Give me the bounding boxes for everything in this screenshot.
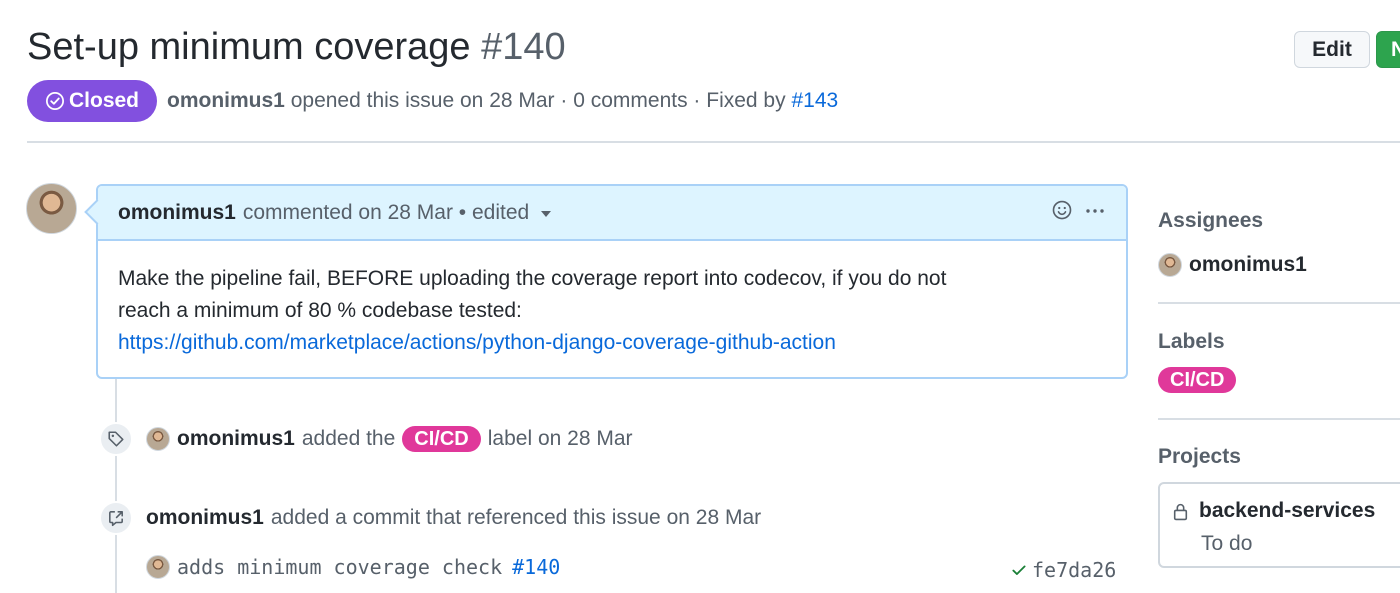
- lock-icon: [1173, 503, 1188, 520]
- sidebar-label-badge[interactable]: CI/CD: [1158, 367, 1237, 393]
- event-text: label on 28 Mar: [487, 427, 633, 450]
- label-badge[interactable]: CI/CD: [402, 426, 481, 452]
- timeline-badge: [99, 501, 133, 535]
- header-actions: Edit N: [1294, 31, 1400, 68]
- comment-meta[interactable]: commented on 28 Mar • edited: [243, 201, 529, 225]
- sidebar-divider: [1158, 302, 1400, 304]
- check-icon[interactable]: [1010, 561, 1028, 579]
- project-column: To do: [1201, 532, 1253, 555]
- comment-text-line: reach a minimum of 80 % codebase tested:: [118, 299, 522, 322]
- avatar[interactable]: [146, 427, 170, 451]
- timeline-label-event: omonimus1 added the CI/CD label on 28 Ma…: [146, 426, 633, 452]
- sidebar-assignee[interactable]: omonimus1: [1158, 253, 1307, 277]
- avatar[interactable]: [146, 555, 170, 579]
- sidebar-labels-heading[interactable]: Labels: [1158, 330, 1225, 354]
- comment-header: omonimus1 commented on 28 Mar • edited: [98, 186, 1126, 241]
- timeline-badge: [99, 422, 133, 456]
- avatar[interactable]: [26, 183, 77, 234]
- sidebar-divider: [1158, 418, 1400, 420]
- status-badge-label: Closed: [69, 89, 140, 112]
- smiley-icon[interactable]: [1052, 200, 1072, 220]
- event-text: added the: [301, 427, 396, 450]
- comment-link[interactable]: https://github.com/marketplace/actions/p…: [118, 331, 836, 354]
- commit-sha-link[interactable]: fe7da26: [1032, 558, 1116, 582]
- cross-reference-icon: [109, 511, 123, 527]
- status-badge: Closed: [27, 80, 158, 122]
- check-circle-icon: [46, 92, 64, 110]
- edit-button[interactable]: Edit: [1294, 31, 1370, 68]
- issue-comment: omonimus1 commented on 28 Mar • edited M…: [84, 184, 1128, 379]
- kebab-horizontal-icon[interactable]: [1084, 200, 1106, 220]
- comment-body: Make the pipeline fail, BEFORE uploading…: [98, 241, 1126, 359]
- project-name[interactable]: backend-services: [1199, 499, 1375, 523]
- chevron-down-icon[interactable]: [541, 210, 552, 217]
- issue-meta: Closed omonimus1 opened this issue on 28…: [27, 80, 838, 122]
- issue-title-text: Set-up minimum coverage: [27, 26, 471, 68]
- sidebar-assignees-heading[interactable]: Assignees: [1158, 209, 1263, 233]
- issue-author-link[interactable]: omonimus1: [167, 89, 285, 113]
- new-issue-button[interactable]: N: [1376, 31, 1400, 68]
- issue-title: Set-up minimum coverage #140: [27, 26, 566, 69]
- sidebar-projects-heading[interactable]: Projects: [1158, 445, 1241, 469]
- assignee-name: omonimus1: [1189, 253, 1307, 276]
- project-card[interactable]: backend-services To do: [1158, 482, 1400, 568]
- commit-row: adds minimum coverage check #140: [146, 555, 560, 579]
- commit-issue-link[interactable]: #140: [512, 555, 560, 579]
- issue-number: #140: [481, 26, 566, 68]
- issue-opened-text: opened this issue on 28 Mar · 0 comments…: [290, 89, 786, 112]
- timeline-line: [115, 379, 117, 593]
- commit-message[interactable]: adds minimum coverage check: [177, 555, 502, 579]
- avatar: [1158, 253, 1182, 277]
- timeline-commit-event: omonimus1 added a commit that referenced…: [146, 506, 761, 530]
- event-text: added a commit that referenced this issu…: [270, 506, 762, 529]
- comment-text-line: Make the pipeline fail, BEFORE uploading…: [118, 267, 947, 290]
- comment-actions: [1052, 200, 1106, 220]
- tag-icon: [108, 431, 124, 447]
- event-author-link[interactable]: omonimus1: [177, 427, 295, 451]
- comment-author-link[interactable]: omonimus1: [118, 201, 236, 225]
- header-divider: [27, 141, 1400, 143]
- project-title: backend-services: [1172, 499, 1375, 523]
- fixed-by-link[interactable]: #143: [791, 89, 838, 113]
- event-author-link[interactable]: omonimus1: [146, 506, 264, 530]
- commit-sha: fe7da26: [1010, 558, 1116, 582]
